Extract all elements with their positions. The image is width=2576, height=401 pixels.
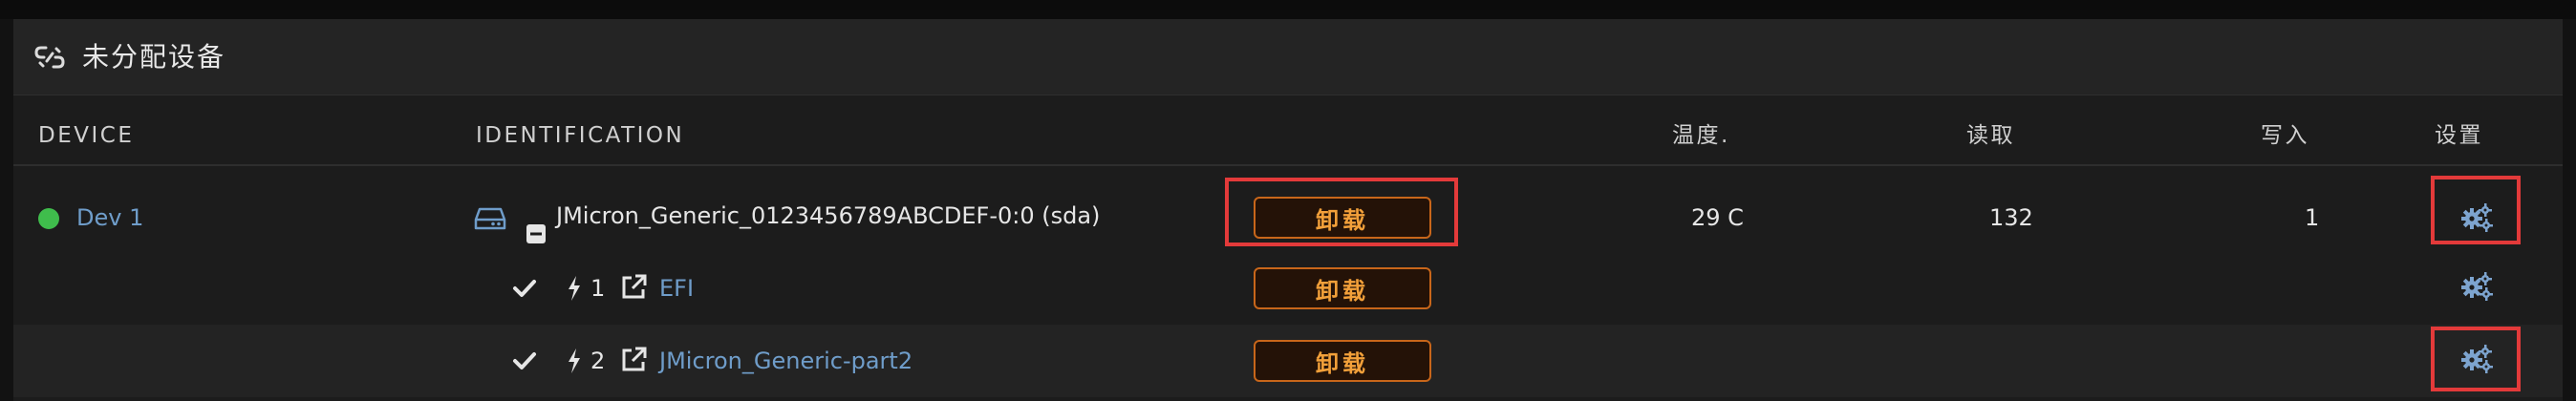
chain-broken-icon <box>34 46 65 69</box>
panel-title: 未分配设备 <box>82 41 226 73</box>
unassigned-devices-panel: 未分配设备 DEVICE IDENTIFICATION 温度. 读取 写入 设置… <box>13 19 2563 401</box>
highlight-box <box>1225 178 1458 246</box>
hard-drive-icon <box>474 207 506 230</box>
col-header-settings[interactable]: 设置 <box>2435 116 2483 155</box>
top-bar <box>0 0 2576 19</box>
disk-temperature: 29 C <box>1691 204 1744 231</box>
device-name-link[interactable]: Dev 1 <box>76 199 143 237</box>
disk-row: Dev 1 JMicron_Generic_0123456789ABCDEF-0… <box>13 168 2563 252</box>
unmount-partition-button[interactable]: 卸载 <box>1254 267 1431 309</box>
disk-reads: 132 <box>1989 204 2033 231</box>
col-header-writes[interactable]: 写入 <box>2261 116 2309 155</box>
table-header-row: DEVICE IDENTIFICATION 温度. 读取 写入 设置 <box>13 105 2563 166</box>
col-header-identification[interactable]: IDENTIFICATION <box>476 116 684 155</box>
lightning-bolt-icon <box>569 348 580 373</box>
collapse-icon[interactable] <box>526 223 547 244</box>
partition-label-link[interactable]: JMicron_Generic-part2 <box>659 342 912 380</box>
col-header-temperature[interactable]: 温度. <box>1672 116 1730 155</box>
gears-icon[interactable] <box>2459 271 2494 302</box>
unmount-partition-button[interactable]: 卸载 <box>1254 340 1431 382</box>
page: 未分配设备 DEVICE IDENTIFICATION 温度. 读取 写入 设置… <box>0 0 2576 401</box>
partition-row: 2 JMicron_Generic-part2 卸载 <box>13 325 2563 397</box>
check-icon <box>513 280 536 297</box>
lightning-bolt-icon <box>569 276 580 301</box>
external-link-icon[interactable] <box>619 346 648 374</box>
disk-identification: JMicron_Generic_0123456789ABCDEF-0:0 (sd… <box>556 202 1101 229</box>
highlight-box <box>2431 176 2521 244</box>
check-icon <box>513 352 536 369</box>
status-indicator <box>38 208 59 229</box>
partition-row: 1 EFI 卸载 <box>13 252 2563 325</box>
disk-writes: 1 <box>2305 204 2320 231</box>
partition-number: 2 <box>590 348 606 374</box>
partition-label-link[interactable]: EFI <box>659 269 694 307</box>
col-header-reads[interactable]: 读取 <box>1966 116 2015 155</box>
col-header-device[interactable]: DEVICE <box>38 116 134 155</box>
external-link-icon[interactable] <box>619 273 648 302</box>
panel-header: 未分配设备 <box>13 19 2563 95</box>
highlight-box <box>2431 327 2521 391</box>
partition-number: 1 <box>590 275 606 302</box>
